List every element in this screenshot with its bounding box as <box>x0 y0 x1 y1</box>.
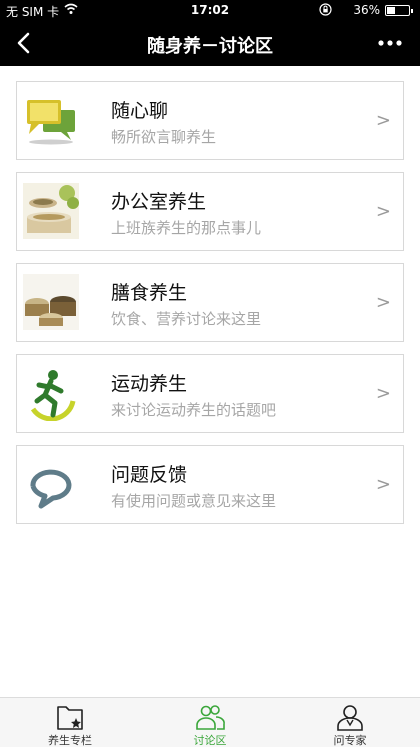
topic-subtitle: 上班族养生的那点事儿 <box>111 219 262 237</box>
doctor-icon <box>332 703 368 731</box>
grain-food-icon <box>23 274 79 330</box>
tab-discussion[interactable]: 讨论区 <box>140 698 280 748</box>
people-icon <box>192 703 228 731</box>
battery-percent: 36% <box>353 3 380 17</box>
topic-subtitle: 有使用问题或意见来这里 <box>111 492 277 510</box>
topic-card-feedback[interactable]: 问题反馈 有使用问题或意见来这里 > <box>16 445 404 524</box>
tab-label: 养生专栏 <box>48 734 92 747</box>
topic-subtitle: 畅所欲言聊养生 <box>111 128 217 146</box>
battery-icon <box>385 5 413 16</box>
tab-ask-expert[interactable]: 问专家 <box>280 698 420 748</box>
topic-title: 膳食养生 <box>111 282 188 304</box>
chevron-right-icon: > <box>375 292 391 313</box>
topic-list: 随心聊 畅所欲言聊养生 > 办公室养生 上班族养生的那点事儿 > 膳食养生 饮食… <box>16 81 404 536</box>
topic-title: 办公室养生 <box>111 191 207 213</box>
chevron-right-icon: > <box>375 201 391 222</box>
more-dots-icon <box>378 40 402 46</box>
chevron-right-icon: > <box>375 474 391 495</box>
topic-subtitle: 饮食、营养讨论来这里 <box>111 310 262 328</box>
status-bar: 无 SIM 卡 17:02 36% <box>0 0 420 20</box>
topic-title: 随心聊 <box>111 100 169 122</box>
topic-card-diet[interactable]: 膳食养生 饮食、营养讨论来这里 > <box>16 263 404 342</box>
chevron-right-icon: > <box>375 383 391 404</box>
topic-title: 运动养生 <box>111 373 188 395</box>
navigation-bar: 随身养－讨论区 <box>0 20 420 66</box>
chat-bubbles-icon <box>23 92 79 148</box>
topic-title: 问题反馈 <box>111 464 188 486</box>
tab-label: 问专家 <box>333 734 367 747</box>
feedback-bubble-icon <box>23 456 79 512</box>
rotation-lock-icon <box>319 3 332 19</box>
folder-star-icon <box>52 703 88 731</box>
office-tea-icon <box>23 183 79 239</box>
tab-label: 讨论区 <box>193 734 227 747</box>
more-button[interactable] <box>376 30 404 56</box>
tab-bar: 养生专栏 讨论区 问专家 <box>0 697 420 747</box>
topic-card-office[interactable]: 办公室养生 上班族养生的那点事儿 > <box>16 172 404 251</box>
topic-card-chat[interactable]: 随心聊 畅所欲言聊养生 > <box>16 81 404 160</box>
page-title: 随身养－讨论区 <box>147 36 273 57</box>
chevron-right-icon: > <box>375 110 391 131</box>
topic-subtitle: 来讨论运动养生的话题吧 <box>111 401 277 419</box>
battery-fill <box>387 7 395 14</box>
running-man-icon <box>23 365 79 422</box>
tab-health-column[interactable]: 养生专栏 <box>0 698 140 748</box>
topic-card-exercise[interactable]: 运动养生 来讨论运动养生的话题吧 > <box>16 354 404 433</box>
